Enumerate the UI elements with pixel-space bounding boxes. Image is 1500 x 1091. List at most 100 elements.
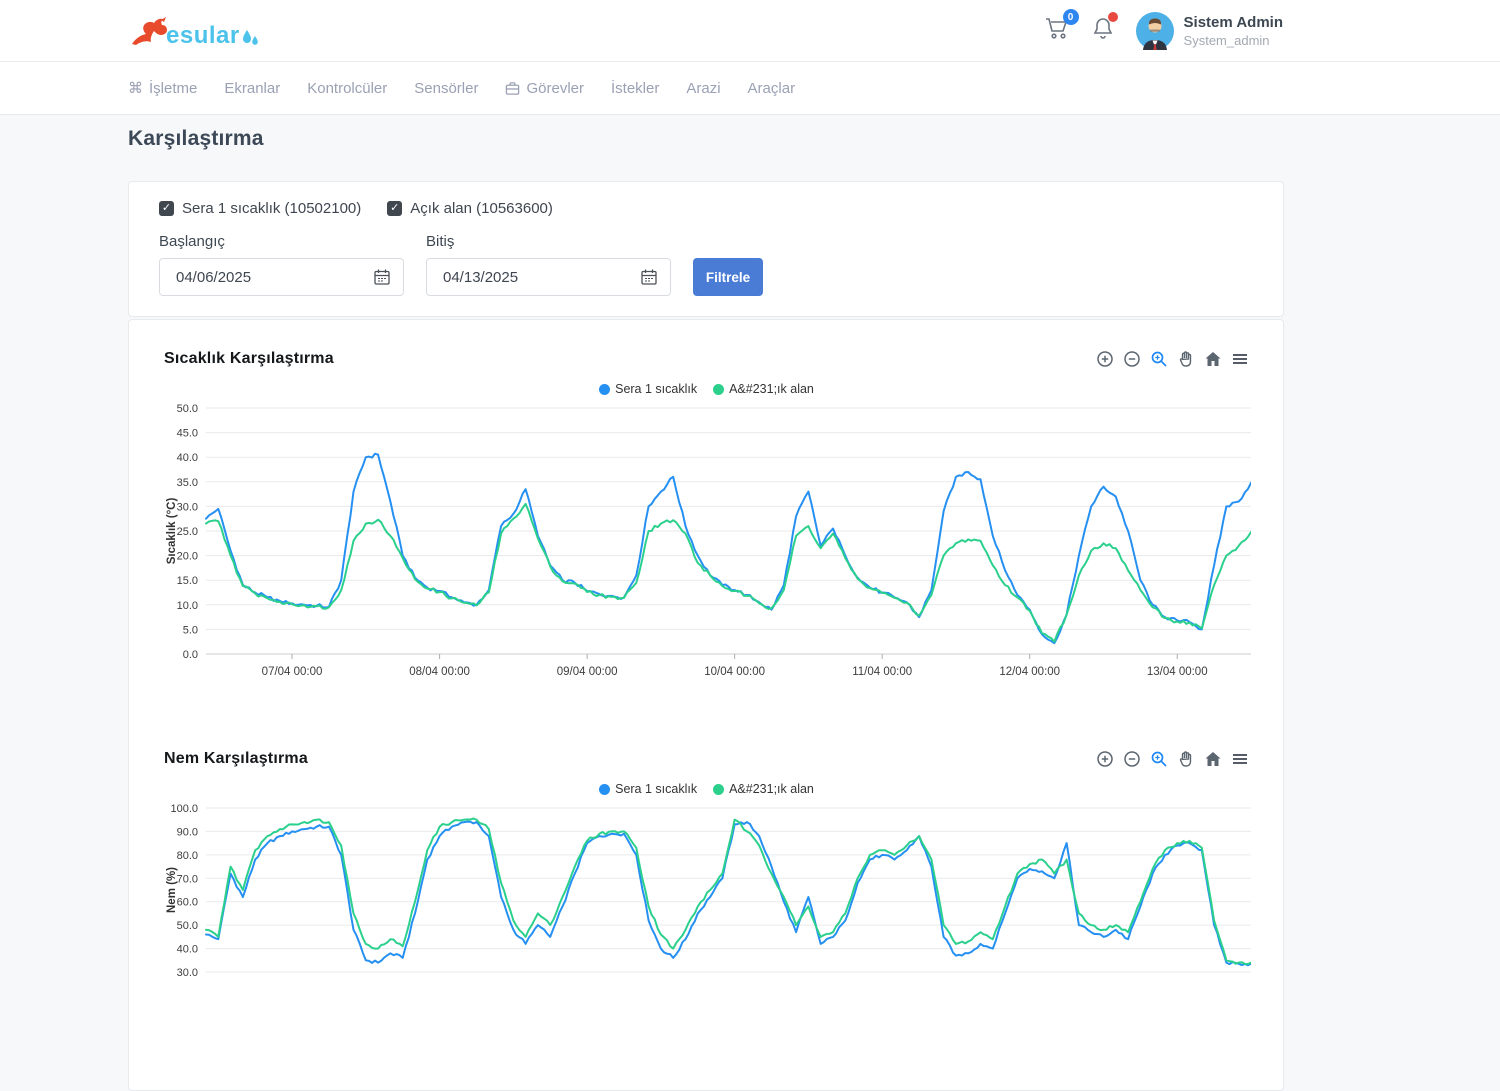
menu-icon[interactable] [1231, 750, 1249, 768]
svg-text:20.0: 20.0 [177, 551, 198, 563]
reset-home-icon[interactable] [1204, 750, 1222, 768]
calendar-icon[interactable] [373, 268, 391, 286]
svg-text:50.0: 50.0 [177, 920, 198, 932]
svg-text:30.0: 30.0 [177, 967, 198, 979]
svg-text:07/04 00:00: 07/04 00:00 [262, 666, 323, 678]
svg-text:90.0: 90.0 [177, 826, 198, 838]
legend-dot-icon [713, 384, 724, 395]
notifications-button[interactable] [1092, 16, 1114, 45]
svg-text:0.0: 0.0 [183, 649, 198, 661]
nav-item-kontrolculer[interactable]: Kontrolcüler [307, 80, 387, 97]
end-date-value: 04/13/2025 [443, 269, 518, 286]
nav-item-label: İşletme [149, 80, 197, 97]
logo-text: esular [166, 24, 240, 48]
nav-item-sensorler[interactable]: Sensörler [414, 80, 478, 97]
nav-item-istekler[interactable]: İstekler [611, 80, 659, 97]
chart-title: Sıcaklık Karşılaştırma [164, 350, 334, 368]
humidity-chart-block: Nem Karşılaştırma [164, 750, 1249, 1050]
top-header: esular 0 [0, 0, 1500, 62]
legend-item[interactable]: A&#231;ık alan [713, 782, 814, 796]
sensor-checkbox-acik-alan[interactable]: ✓ Açık alan (10563600) [387, 200, 553, 217]
briefcase-icon [505, 81, 520, 96]
nav-item-label: Görevler [526, 80, 584, 97]
svg-text:13/04 00:00: 13/04 00:00 [1147, 666, 1208, 678]
legend-item[interactable]: Sera 1 sıcaklık [599, 382, 697, 396]
zoom-in-icon[interactable] [1096, 750, 1114, 768]
chart-legend: Sera 1 sıcaklık A&#231;ık alan [164, 782, 1249, 796]
notification-dot-icon [1108, 12, 1118, 22]
zoom-out-icon[interactable] [1123, 750, 1141, 768]
checkbox-label: Sera 1 sıcaklık (10502100) [182, 200, 361, 217]
chart-toolbar [1096, 750, 1249, 768]
series-line [206, 504, 1251, 642]
nav-item-label: Kontrolcüler [307, 80, 387, 97]
svg-text:09/04 00:00: 09/04 00:00 [557, 666, 618, 678]
end-date-input[interactable]: 04/13/2025 [426, 258, 671, 296]
legend-label: A&#231;ık alan [729, 382, 814, 396]
legend-dot-icon [713, 784, 724, 795]
svg-text:5.0: 5.0 [183, 624, 198, 636]
sensor-checkbox-sera1[interactable]: ✓ Sera 1 sıcaklık (10502100) [159, 200, 361, 217]
command-icon: ⌘ [128, 79, 143, 97]
start-date-value: 04/06/2025 [176, 269, 251, 286]
temperature-chart[interactable]: 0.05.010.015.020.025.030.035.040.045.050… [164, 400, 1251, 688]
reset-home-icon[interactable] [1204, 350, 1222, 368]
pan-icon[interactable] [1177, 350, 1195, 368]
zoom-in-icon[interactable] [1096, 350, 1114, 368]
chart-legend: Sera 1 sıcaklık A&#231;ık alan [164, 382, 1249, 396]
start-date-input[interactable]: 04/06/2025 [159, 258, 404, 296]
legend-dot-icon [599, 784, 610, 795]
svg-text:60.0: 60.0 [177, 897, 198, 909]
svg-text:25.0: 25.0 [177, 526, 198, 538]
nav-item-label: İstekler [611, 80, 659, 97]
nav-item-label: Araçlar [748, 80, 796, 97]
calendar-icon[interactable] [640, 268, 658, 286]
box-zoom-icon[interactable] [1150, 750, 1168, 768]
svg-text:10.0: 10.0 [177, 600, 198, 612]
checkbox-checked-icon[interactable]: ✓ [159, 201, 174, 216]
checkbox-label: Açık alan (10563600) [410, 200, 553, 217]
legend-label: Sera 1 sıcaklık [615, 782, 697, 796]
cart-button[interactable]: 0 [1044, 16, 1070, 45]
box-zoom-icon[interactable] [1150, 350, 1168, 368]
svg-text:70.0: 70.0 [177, 873, 198, 885]
svg-text:40.0: 40.0 [177, 944, 198, 956]
legend-item[interactable]: A&#231;ık alan [713, 382, 814, 396]
legend-label: A&#231;ık alan [729, 782, 814, 796]
svg-text:12/04 00:00: 12/04 00:00 [999, 666, 1060, 678]
checkbox-checked-icon[interactable]: ✓ [387, 201, 402, 216]
nav-item-isletme[interactable]: ⌘ İşletme [128, 79, 197, 97]
nav-item-gorevler[interactable]: Görevler [505, 80, 584, 97]
nav-item-araclar[interactable]: Araçlar [748, 80, 796, 97]
main-nav: ⌘ İşletme Ekranlar Kontrolcüler Sensörle… [0, 62, 1500, 115]
logo[interactable]: esular [128, 14, 260, 48]
svg-text:40.0: 40.0 [177, 452, 198, 464]
menu-icon[interactable] [1231, 350, 1249, 368]
zoom-out-icon[interactable] [1123, 350, 1141, 368]
user-handle: System_admin [1184, 33, 1283, 48]
nav-item-arazi[interactable]: Arazi [686, 80, 720, 97]
filter-button[interactable]: Filtrele [693, 258, 763, 296]
charts-panel: Sıcaklık Karşılaştırma [128, 319, 1284, 1091]
humidity-chart[interactable]: 30.040.050.060.070.080.090.0100.0Nem (%) [164, 800, 1251, 1050]
svg-text:45.0: 45.0 [177, 428, 198, 440]
svg-text:35.0: 35.0 [177, 477, 198, 489]
legend-item[interactable]: Sera 1 sıcaklık [599, 782, 697, 796]
series-line [206, 819, 1251, 965]
page-title: Karşılaştırma [128, 127, 1284, 151]
user-menu[interactable]: Sistem Admin System_admin [1136, 12, 1283, 50]
svg-text:100.0: 100.0 [170, 803, 198, 815]
svg-text:08/04 00:00: 08/04 00:00 [409, 666, 470, 678]
start-date-label: Başlangıç [159, 233, 404, 250]
temperature-chart-block: Sıcaklık Karşılaştırma [164, 350, 1249, 688]
avatar [1136, 12, 1174, 50]
pan-icon[interactable] [1177, 750, 1195, 768]
svg-text:50.0: 50.0 [177, 403, 198, 415]
chart-title: Nem Karşılaştırma [164, 750, 308, 768]
nav-item-ekranlar[interactable]: Ekranlar [224, 80, 280, 97]
cart-badge: 0 [1063, 9, 1079, 25]
logo-drops-icon [240, 26, 260, 48]
svg-text:30.0: 30.0 [177, 501, 198, 513]
chart-toolbar [1096, 350, 1249, 368]
legend-dot-icon [599, 384, 610, 395]
